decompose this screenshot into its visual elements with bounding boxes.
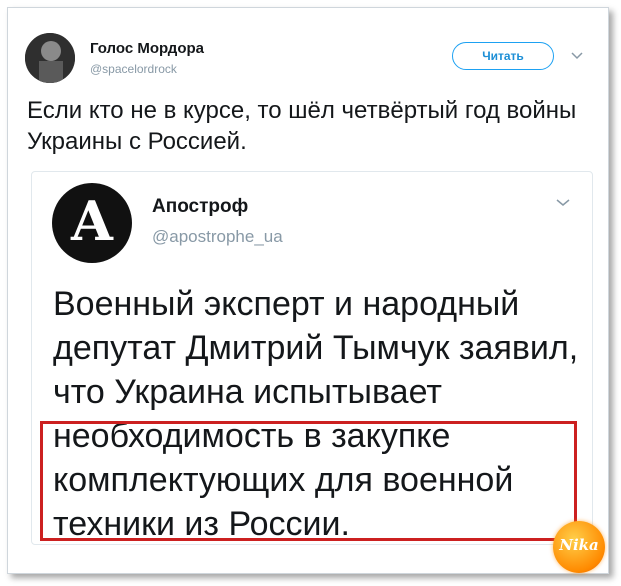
author-avatar-image [25, 33, 75, 83]
author-avatar[interactable] [25, 33, 75, 83]
watermark-logo: Nika [553, 521, 605, 573]
quoted-author-handle[interactable]: @apostrophe_ua [152, 227, 283, 247]
follow-button[interactable]: Читать [452, 42, 554, 70]
quoted-author-name[interactable]: Апостроф [152, 196, 248, 218]
chevron-down-icon[interactable] [555, 194, 571, 210]
author-name[interactable]: Голос Мордора [90, 40, 204, 57]
chevron-down-icon[interactable] [570, 48, 584, 62]
apostrophe-logo[interactable]: A [52, 183, 132, 263]
highlight-box [40, 421, 577, 541]
apostrophe-logo-letter: A [71, 189, 113, 253]
author-handle[interactable]: @spacelordrock [90, 62, 177, 76]
tweet-text: Если кто не в курсе, то шёл четвёртый го… [27, 97, 577, 155]
watermark-text: Nika [559, 536, 599, 554]
